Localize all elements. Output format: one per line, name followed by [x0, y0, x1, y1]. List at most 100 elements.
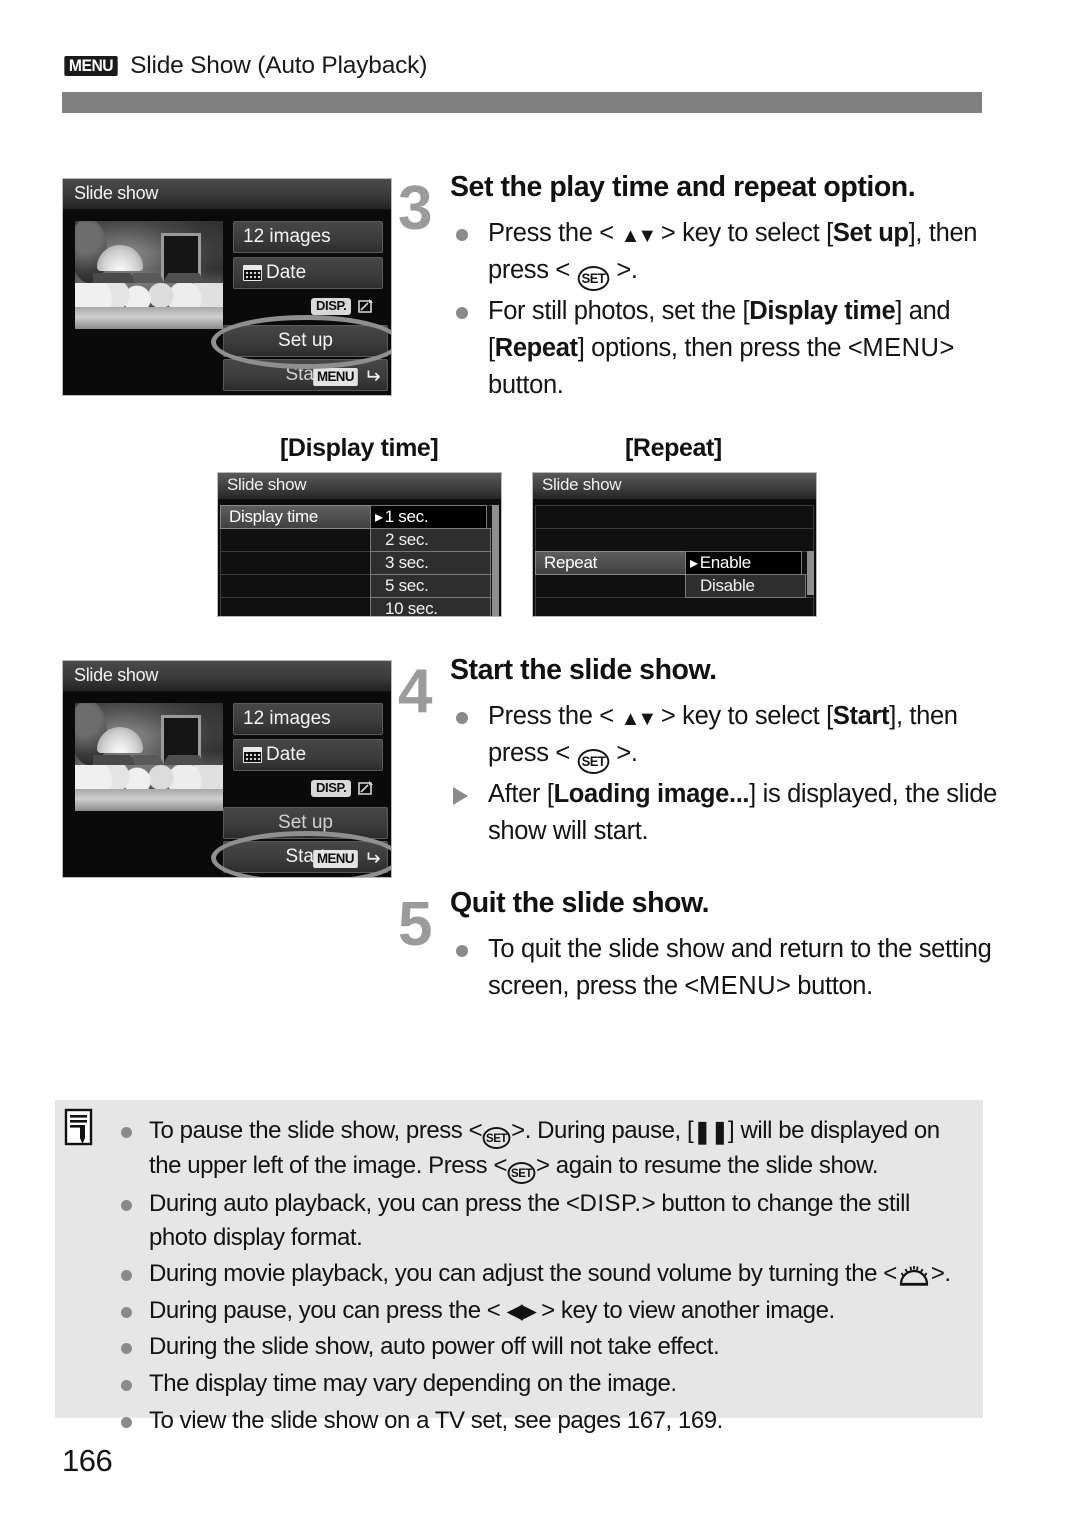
calendar-icon	[243, 747, 262, 763]
menu-word-icon: MENU	[862, 333, 940, 362]
step-5-heading: Quit the slide show.	[450, 887, 710, 919]
date-row[interactable]: Date	[233, 257, 383, 289]
disp-hint: DISP.	[311, 297, 375, 316]
page-number: 166	[62, 1443, 113, 1478]
date-row[interactable]: Date	[233, 739, 383, 771]
menu-screen-titlebar: Slide show	[218, 473, 501, 499]
header-divider-bar	[62, 92, 982, 113]
repeat-caption: [Repeat]	[625, 434, 722, 462]
step-5-number: 5	[398, 890, 433, 959]
display-time-option-3[interactable]: 3 sec.	[370, 551, 491, 575]
bullet-dot-icon	[456, 712, 468, 725]
step-4-bullet-2: After [Loading image...] is displayed, t…	[450, 776, 998, 849]
disp-badge-icon: DISP.	[311, 297, 352, 316]
menu-screen-rows: Display time 1 sec. 2 sec. 3 sec. 5 sec.…	[218, 505, 501, 616]
up-down-key-icon: ▲▼	[620, 225, 658, 248]
step-4: 4 Start the slide show. Press the < ▲▼ >…	[398, 654, 998, 852]
page-title: Slide Show (Auto Playback)	[130, 52, 428, 79]
note-item-4: During pause, you can press the < ◀▶ > k…	[115, 1294, 963, 1328]
camera-screen-titlebar: Slide show	[63, 661, 391, 692]
step-3-number: 3	[398, 174, 433, 243]
step-3-bullet-2: For still photos, set the [Display time]…	[450, 293, 998, 403]
menu-screen-title: Slide show	[542, 475, 622, 494]
note-item-5: During the slide show, auto power off wi…	[115, 1330, 963, 1364]
repeat-setting-label[interactable]: Repeat	[535, 551, 687, 575]
set-button-icon: SET	[482, 1127, 511, 1149]
bullet-dot-icon	[121, 1200, 132, 1211]
display-time-setting-label[interactable]: Display time	[220, 505, 372, 529]
image-count-label: 12 images	[243, 226, 331, 247]
step-4-heading: Start the slide show.	[450, 654, 717, 686]
menu-screen-rows: Repeat Enable Disable	[533, 505, 816, 616]
camera-screen-titlebar: Slide show	[63, 179, 391, 210]
photo-thumbnail	[75, 703, 223, 811]
note-item-6-text: The display time may vary depending on t…	[149, 1369, 677, 1397]
note-item-3: During movie playback, you can adjust th…	[115, 1257, 963, 1291]
menu-screen-titlebar: Slide show	[533, 473, 816, 499]
magnify-arrow-icon	[356, 779, 375, 798]
display-time-caption: [Display time]	[280, 434, 439, 462]
set-button-icon: SET	[577, 266, 609, 292]
menu-screen-display-time: Slide show Display time 1 sec. 2 sec. 3 …	[217, 472, 502, 617]
left-right-key-icon: ◀▶	[506, 1299, 537, 1323]
note-item-5-text: During the slide show, auto power off wi…	[149, 1333, 720, 1361]
bullet-triangle-icon	[453, 787, 468, 806]
notes-panel: To pause the slide show, press < SET >. Du…	[55, 1100, 983, 1434]
magnify-arrow-icon	[356, 297, 375, 316]
bullet-dot-icon	[121, 1127, 132, 1138]
bullet-dot-icon	[456, 229, 468, 242]
step-4-number: 4	[398, 657, 433, 726]
bullet-dot-icon	[121, 1379, 132, 1391]
setup-highlight-ellipse	[211, 315, 391, 369]
display-time-option-2[interactable]: 2 sec.	[370, 528, 491, 552]
camera-screen-start: Slide show 12 images Date DISP. Set up S…	[62, 660, 392, 878]
bullet-dot-icon	[456, 945, 468, 958]
repeat-option-enable[interactable]: Enable	[685, 551, 802, 575]
notes-list: To pause the slide show, press < SET >. Du…	[115, 1114, 963, 1440]
bullet-dot-icon	[456, 307, 468, 320]
start-highlight-ellipse	[211, 831, 391, 877]
date-label: Date	[266, 744, 307, 765]
menu-screen-title: Slide show	[227, 475, 307, 494]
camera-screen-setup: Slide show 12 images Date DISP. Set up S…	[62, 178, 392, 396]
page-header: MENU Slide Show (Auto Playback)	[62, 52, 427, 80]
step-5: 5 Quit the slide show. To quit the slide…	[398, 887, 998, 1007]
display-time-option-5[interactable]: 10 sec.	[370, 597, 491, 616]
photo-thumbnail	[75, 221, 223, 329]
note-item-2: During auto playback, you can press the …	[115, 1187, 963, 1254]
note-pencil-icon	[63, 1108, 97, 1148]
disp-hint: DISP.	[311, 779, 375, 798]
camera-screen-title: Slide show	[74, 665, 159, 685]
scrollbar[interactable]	[807, 551, 814, 595]
bullet-dot-icon	[121, 1416, 132, 1428]
note-item-1: To pause the slide show, press < SET >. Du…	[115, 1114, 963, 1184]
pause-icon: ❚❚	[693, 1119, 729, 1144]
step-5-bullets: To quit the slide show and return to the…	[450, 931, 998, 1004]
menu-screen-repeat: Slide show Repeat Enable Disable	[532, 472, 817, 617]
note-item-7-text: To view the slide show on a TV set, see …	[149, 1406, 723, 1434]
repeat-option-disable[interactable]: Disable	[685, 574, 806, 598]
display-time-option-4[interactable]: 5 sec.	[370, 574, 491, 598]
step-5-bullet-1: To quit the slide show and return to the…	[450, 931, 998, 1004]
display-time-option-1[interactable]: 1 sec.	[370, 505, 487, 529]
step-3-bullet-1: Press the < ▲▼ > key to select [Set up],…	[450, 215, 998, 292]
main-dial-icon	[897, 1262, 931, 1286]
note-item-7: To view the slide show on a TV set, see …	[115, 1404, 963, 1438]
step-3-heading: Set the play time and repeat option.	[450, 171, 916, 203]
set-button-icon: SET	[507, 1162, 536, 1184]
step-3: 3 Set the play time and repeat option. P…	[398, 171, 998, 405]
step-4-bullet-1: Press the < ▲▼ > key to select [Start], …	[450, 698, 998, 775]
menu-return-hint: MENU ↵	[312, 366, 381, 388]
up-down-key-icon: ▲▼	[620, 708, 658, 731]
scrollbar[interactable]	[492, 505, 499, 616]
set-button-icon: SET	[577, 749, 609, 775]
step-4-bullets: Press the < ▲▼ > key to select [Start], …	[450, 698, 998, 849]
image-count-row[interactable]: 12 images	[233, 703, 383, 735]
camera-menu-badge-icon: MENU	[313, 367, 359, 387]
step-3-bullets: Press the < ▲▼ > key to select [Set up],…	[450, 215, 998, 403]
disp-word-icon: DISP.	[579, 1190, 642, 1217]
bullet-dot-icon	[121, 1270, 132, 1282]
image-count-label: 12 images	[243, 708, 331, 729]
menu-badge-icon: MENU	[64, 55, 118, 77]
image-count-row[interactable]: 12 images	[233, 221, 383, 253]
